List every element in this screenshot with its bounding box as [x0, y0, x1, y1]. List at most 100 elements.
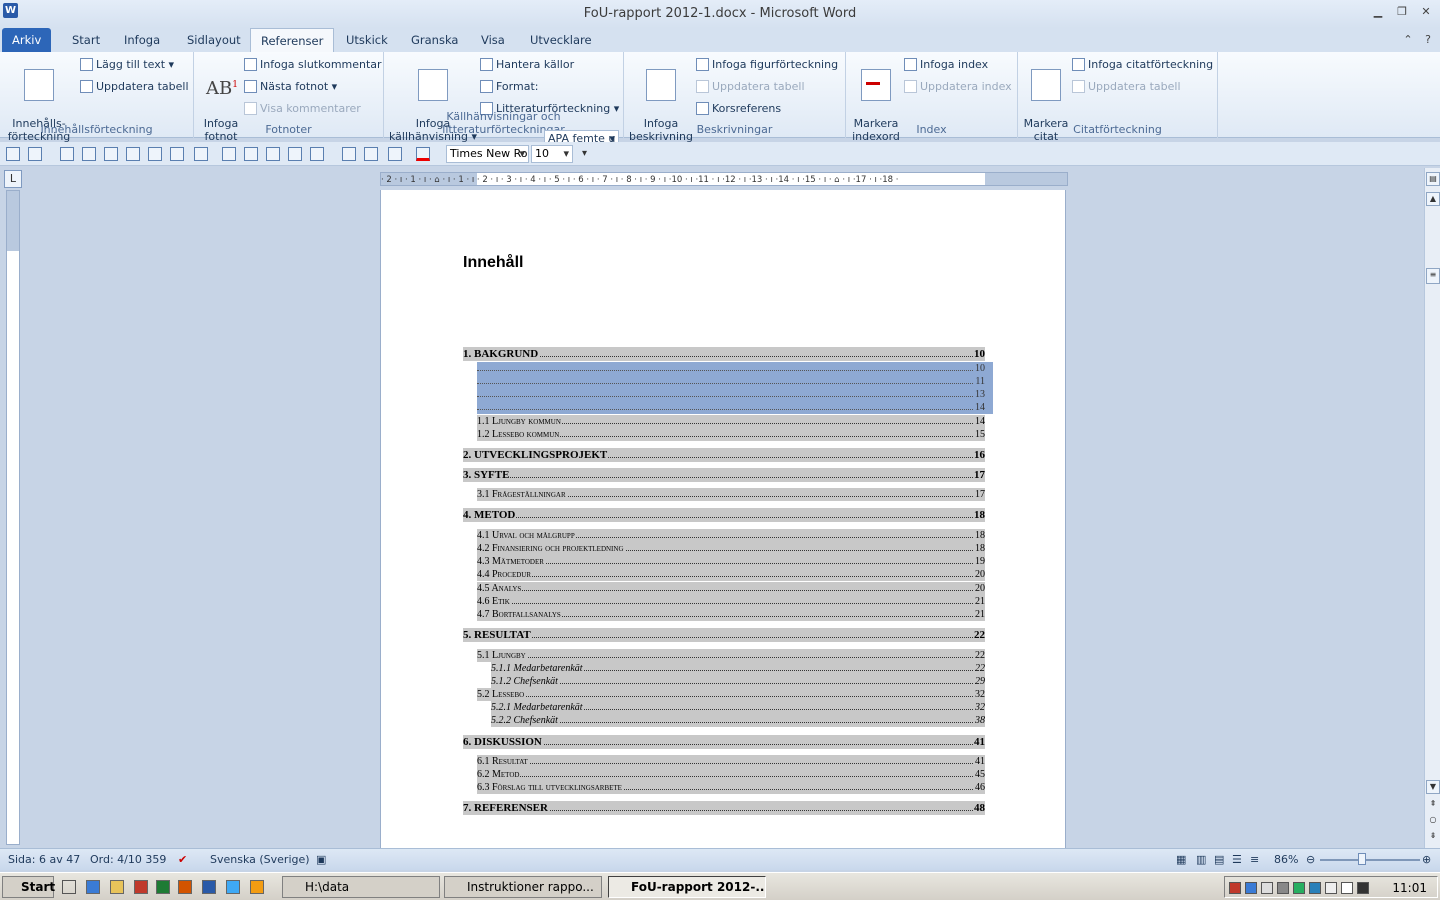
undo-icon[interactable]	[28, 147, 42, 161]
insert-endnote-button[interactable]: Infoga slutkommentar	[244, 56, 382, 74]
toc-entry[interactable]: 5. RESULTAT 22	[463, 628, 985, 642]
tab-developer[interactable]: Utvecklare	[520, 28, 602, 52]
save-icon[interactable]	[6, 147, 20, 161]
quicklaunch-app-icon[interactable]	[86, 880, 100, 894]
table-properties-icon[interactable]	[342, 147, 356, 161]
toc-entry[interactable]: 1.2 Lessebo kommun 15	[477, 428, 985, 441]
help-icon[interactable]: ?	[1418, 32, 1438, 48]
update-figures-table-button[interactable]: Uppdatera tabell	[696, 78, 805, 96]
close-icon[interactable]: ✕	[1416, 4, 1436, 20]
volume-icon[interactable]	[1261, 882, 1273, 894]
network-icon[interactable]	[1309, 882, 1321, 894]
toc-entry[interactable]: 6.2 Metod 45	[477, 768, 985, 781]
insert-table-of-figures-button[interactable]: Infoga figurförteckning	[696, 56, 838, 74]
proofing-icon[interactable]: ✔	[178, 853, 187, 866]
print-layout-icon[interactable]: ▦	[1176, 853, 1186, 866]
view-ruler-icon[interactable]: ▤	[1426, 172, 1440, 186]
toc-entry[interactable]: 5.2.1 Medarbetarenkät 32	[491, 701, 985, 714]
next-page-icon[interactable]: ⇟	[1426, 830, 1440, 844]
quicklaunch-app-icon[interactable]	[62, 880, 76, 894]
toc-entry[interactable]: 6.3 Förslag till utvecklingsarbete 46	[477, 781, 985, 794]
toc-button[interactable]: Innehålls- förteckning ▾	[4, 56, 74, 156]
tray-icon[interactable]	[1245, 882, 1257, 894]
zoom-level[interactable]: 86%	[1274, 853, 1298, 866]
toc-entry[interactable]: 4.1 Urval och målgrupp 18	[477, 529, 985, 542]
toc-entry[interactable]: 2. UTVECKLINGSPROJEKT 16	[463, 448, 985, 462]
print-preview-icon[interactable]	[170, 147, 184, 161]
toc-entry[interactable]: 4.2 Finansiering och projektledning 18	[477, 542, 985, 555]
excel-icon[interactable]	[156, 880, 170, 894]
tray-icon[interactable]	[1293, 882, 1305, 894]
bullets-icon[interactable]	[310, 147, 324, 161]
toc-entry[interactable]: 1. BAKGRUND 10	[463, 347, 985, 361]
add-text-button[interactable]: Lägg till text ▾	[80, 56, 174, 74]
zoom-slider[interactable]	[1320, 859, 1420, 861]
tray-icon[interactable]	[1325, 882, 1337, 894]
outlook-icon[interactable]	[250, 880, 264, 894]
browse-object-icon[interactable]: ○	[1426, 814, 1440, 828]
outline-icon[interactable]: ☰	[1232, 853, 1242, 866]
tab-start[interactable]: Start	[62, 28, 110, 52]
word-icon[interactable]	[202, 880, 216, 894]
pdf-icon[interactable]	[134, 880, 148, 894]
paragraph-icon[interactable]	[364, 147, 378, 161]
toc-entry[interactable]: 4.5 Analys 20	[477, 582, 985, 595]
next-footnote-button[interactable]: Nästa fotnot ▾	[244, 78, 337, 96]
print-icon[interactable]	[126, 147, 140, 161]
spelling-icon[interactable]	[148, 147, 162, 161]
toc-entry[interactable]: 5.1 Ljungby 22	[477, 649, 985, 662]
zoom-slider-thumb[interactable]	[1358, 853, 1366, 865]
zoom-in-icon[interactable]: ⊕	[1422, 853, 1431, 866]
customize-qat-icon[interactable]: ▾	[582, 148, 587, 159]
minimize-icon[interactable]: ▁	[1368, 4, 1388, 20]
language-indicator[interactable]: Svenska (Sverige)	[210, 853, 310, 866]
tab-selector[interactable]: L	[4, 170, 22, 188]
insert-table-of-authorities-button[interactable]: Infoga citatförteckning	[1072, 56, 1213, 74]
toc-entry[interactable]: 6.1 Resultat 41	[477, 755, 985, 768]
macro-recording-icon[interactable]: ▣	[316, 853, 326, 866]
toc-entry[interactable]: 4.4 Procedur 20	[477, 568, 985, 581]
toc-entry[interactable]: 5.2 Lessebo 32	[477, 688, 985, 701]
font-name-select[interactable]: Times New Ro ▾	[446, 145, 529, 163]
toc-entry[interactable]: 5.1.2 Chefsenkät 29	[491, 675, 985, 688]
paste-icon[interactable]	[288, 147, 302, 161]
previous-page-icon[interactable]: ⇞	[1426, 798, 1440, 812]
draft-icon[interactable]: ≡	[1250, 853, 1259, 866]
tab-page-layout[interactable]: Sidlayout	[177, 28, 251, 52]
tab-mailings[interactable]: Utskick	[336, 28, 398, 52]
full-screen-reading-icon[interactable]: ▥	[1196, 853, 1206, 866]
internet-explorer-icon[interactable]	[226, 880, 240, 894]
zoom-out-icon[interactable]: ⊖	[1306, 853, 1315, 866]
redo-icon[interactable]	[60, 147, 74, 161]
taskbar-item-folder[interactable]: H:\data	[282, 876, 440, 898]
toc-entry[interactable]: 4. METOD 18	[463, 508, 985, 522]
tab-references[interactable]: Referenser	[250, 28, 335, 53]
toc-entry[interactable]: 3.1 Frågeställningar 17	[477, 488, 985, 501]
tray-icon[interactable]	[1229, 882, 1241, 894]
powerpoint-icon[interactable]	[178, 880, 192, 894]
minimize-ribbon-icon[interactable]: ⌃	[1398, 32, 1418, 48]
tab-file[interactable]: Arkiv	[2, 28, 52, 52]
folder-icon[interactable]	[110, 880, 124, 894]
tab-review[interactable]: Granska	[401, 28, 468, 52]
cut-icon[interactable]	[266, 147, 280, 161]
scroll-up-icon[interactable]: ▲	[1426, 192, 1440, 206]
toc-entry[interactable]: 3. SYFTE 17	[463, 468, 985, 482]
tab-view[interactable]: Visa	[471, 28, 515, 52]
zoom-icon[interactable]	[194, 147, 208, 161]
update-index-button[interactable]: Uppdatera index	[904, 78, 1012, 96]
update-toc-button[interactable]: Uppdatera tabell	[80, 78, 189, 96]
web-layout-icon[interactable]: ▤	[1214, 853, 1224, 866]
taskbar-item-instructions[interactable]: Instruktioner rappo...	[444, 876, 602, 898]
table-icon[interactable]	[388, 147, 402, 161]
update-authorities-button[interactable]: Uppdatera tabell	[1072, 78, 1181, 96]
scroll-down-icon[interactable]: ▼	[1426, 780, 1440, 794]
toc-entry[interactable]: 4.6 Etik 21	[477, 595, 985, 608]
picture-icon[interactable]	[244, 147, 258, 161]
restore-icon[interactable]: ❐	[1392, 4, 1412, 20]
manage-sources-button[interactable]: Hantera källor	[480, 56, 574, 74]
tray-icon[interactable]	[1341, 882, 1353, 894]
new-document-icon[interactable]	[82, 147, 96, 161]
toc-entry[interactable]: 7. REFERENSER 48	[463, 801, 985, 815]
tray-icon[interactable]	[1277, 882, 1289, 894]
